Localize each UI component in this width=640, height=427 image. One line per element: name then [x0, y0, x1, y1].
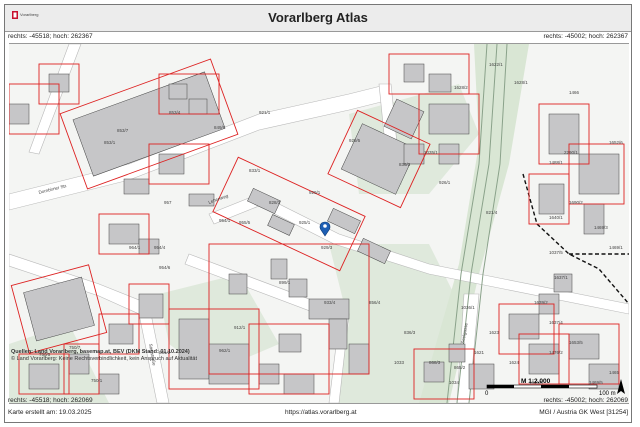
parcel-label: 1621	[474, 350, 485, 355]
parcel-label: 954/6	[159, 265, 171, 270]
building	[538, 183, 565, 215]
title-bar: Vorarlberg Vorarlberg Atlas	[5, 5, 631, 32]
coord-top-left: rechts: -45518; hoch: 262367	[8, 33, 93, 40]
building	[568, 333, 600, 360]
building	[138, 293, 164, 319]
footer-projection: MGI / Austria GK West [31254]	[539, 409, 628, 416]
page-title: Vorarlberg Atlas	[268, 10, 368, 25]
building	[548, 113, 580, 155]
parcel-label: 1034	[449, 380, 460, 385]
scale-ratio: M 1:2.000	[521, 378, 551, 385]
coord-top-right: rechts: -45002; hoch: 262367	[543, 33, 628, 40]
parcel-label: 1623	[489, 330, 500, 335]
building	[403, 63, 425, 83]
street	[28, 44, 82, 155]
parcel-label: 1637/1	[554, 275, 568, 280]
parcel-label: 899/1	[279, 280, 291, 285]
parcel-label: 954/1	[219, 218, 231, 223]
parcel-label: 1628/2	[454, 85, 468, 90]
parcel-label: 853/7	[117, 128, 129, 133]
parcel-label: 821/4	[486, 210, 498, 215]
scale-start: 0	[485, 391, 489, 397]
parcel-label: 868/3	[429, 360, 441, 365]
parcel-label: 929/1	[309, 190, 321, 195]
parcel-label: 1476/2	[549, 350, 563, 355]
parcel-label: 865/2	[454, 365, 466, 370]
building	[108, 223, 140, 245]
coord-bottom-left: rechts: -45518; hoch: 262069	[8, 397, 93, 404]
source-line-2: © Land Vorarlberg: Keine Rechtsverbindli…	[11, 356, 197, 362]
parcel-label: 1469/1	[609, 245, 623, 250]
parcel-label: 1466	[569, 90, 580, 95]
parcel-label: 750/1	[91, 378, 103, 383]
parcel-label: 1624	[509, 360, 520, 365]
parcel-label: 1465	[609, 370, 620, 375]
footer: Karte erstellt am: 19.03.2025 https://at…	[5, 405, 631, 422]
building	[23, 276, 95, 342]
footer-created: Karte erstellt am: 19.03.2025	[8, 409, 92, 416]
parcel-label: 828/3	[269, 200, 281, 205]
source-line-1: Quellen: Land Vorarlberg, basemap.at, BE…	[11, 349, 190, 355]
source-attribution: Quellen: Land Vorarlberg, basemap.at, BE…	[11, 349, 391, 363]
building	[448, 343, 466, 363]
building	[108, 323, 134, 345]
parcel-label: 836/3	[404, 330, 416, 335]
parcel-label: 954/4	[154, 245, 166, 250]
parcel-label: 1639/2	[534, 300, 548, 305]
parcel-label: 1628/1	[514, 80, 528, 85]
building	[428, 73, 452, 93]
parcel-label: 1652/6	[609, 140, 623, 145]
building	[578, 153, 620, 195]
footer-url[interactable]: https://atlas.vorarlberg.at	[285, 409, 357, 416]
building	[270, 258, 288, 280]
parcel-label: 1690/2	[569, 200, 583, 205]
parcel-label: 833/1	[249, 168, 261, 173]
building	[328, 318, 348, 350]
building	[528, 343, 560, 375]
map-print-frame: Vorarlberg Vorarlberg Atlas rechts: -455…	[4, 4, 632, 423]
parcel-label: 1640/1	[549, 215, 563, 220]
parcel-label: 955/5	[239, 220, 251, 225]
parcel-label: 957	[164, 200, 172, 205]
building	[423, 361, 445, 383]
parcel-label: 1035/1	[424, 150, 438, 155]
building	[188, 98, 208, 115]
parcel-label: 1653/5	[569, 340, 583, 345]
building	[228, 273, 248, 295]
parcel-label: 921/1	[259, 110, 271, 115]
parcel-label: 964/1	[129, 245, 141, 250]
north-arrow-icon	[617, 379, 625, 394]
parcel-label: 1622/1	[489, 62, 503, 67]
parcel-label: 929/3	[321, 245, 333, 250]
parcel-label: 929/5	[349, 138, 361, 143]
parcel-label: 1469/3	[594, 225, 608, 230]
parcel-label: 926/1	[439, 180, 451, 185]
parcel-label: 1037/5	[549, 250, 563, 255]
parcel-label: 912/1	[234, 325, 246, 330]
building	[428, 103, 470, 135]
parcel-label: 1637/4	[549, 320, 563, 325]
parcel-label: 856/4	[369, 300, 381, 305]
parcel-label: 836/2	[399, 162, 411, 167]
building	[158, 153, 185, 175]
building	[508, 313, 540, 340]
parcel-label: 853/1	[104, 140, 116, 145]
coord-bottom-right: rechts: -45002; hoch: 262069	[543, 397, 628, 404]
building	[28, 363, 60, 390]
building	[168, 83, 188, 100]
building	[288, 278, 308, 298]
parcel-label: 853/4	[169, 110, 181, 115]
parcel-label: 849/9	[214, 125, 226, 130]
parcel-label: 1488/1	[549, 160, 563, 165]
building	[123, 178, 150, 195]
parcel-label: 1033	[394, 360, 405, 365]
parcel-label: 925/1	[299, 220, 311, 225]
parcel-label: 1036/1	[461, 305, 475, 310]
parcel-label: 933/4	[324, 300, 336, 305]
building	[9, 103, 30, 125]
building	[283, 373, 315, 395]
building	[98, 373, 120, 395]
parcel-label: 2290/1	[564, 150, 578, 155]
scale-bar: 0 M 1:2.000 100 m	[485, 378, 625, 397]
